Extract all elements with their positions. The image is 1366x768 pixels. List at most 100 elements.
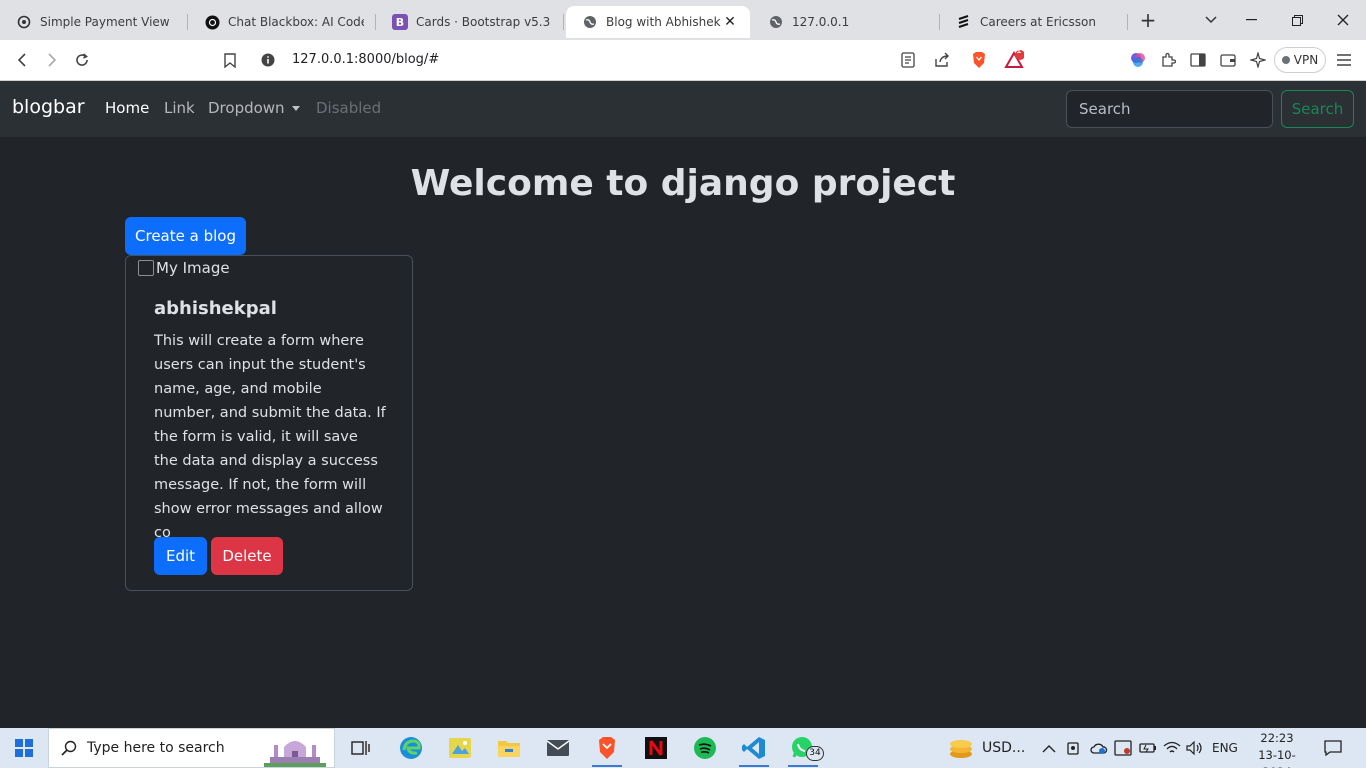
clock-time: 22:23 — [1260, 731, 1294, 745]
bookmark-icon[interactable] — [218, 48, 242, 72]
show-hidden-icons-chevron-icon[interactable] — [1042, 728, 1056, 768]
volume-icon[interactable] — [1186, 728, 1204, 768]
restore-button[interactable] — [1274, 0, 1320, 40]
meet-now-icon[interactable] — [1066, 728, 1082, 768]
ericsson-icon — [956, 14, 972, 30]
tab-simple-payment-view[interactable]: Simple Payment View — [0, 6, 188, 38]
palace-illustration-icon — [264, 741, 326, 767]
delete-button[interactable]: Delete — [211, 537, 283, 575]
currency-widget[interactable]: USD... — [948, 728, 1025, 768]
close-tab-icon[interactable]: ✕ — [722, 14, 738, 30]
notifications-icon[interactable] — [1324, 728, 1342, 768]
vpn-button[interactable]: VPN — [1274, 47, 1326, 73]
site-info-icon[interactable] — [256, 48, 280, 72]
taskbar-search[interactable]: Type here to search — [48, 728, 335, 768]
tab-careers-ericsson[interactable]: Careers at Ericsson — [940, 6, 1128, 38]
tab-title: Chat Blackbox: AI Code Ge — [228, 15, 364, 29]
tab-chat-blackbox[interactable]: Chat Blackbox: AI Code Ge — [188, 6, 376, 38]
vscode-icon[interactable] — [731, 728, 777, 768]
new-tab-button[interactable]: + — [1134, 6, 1162, 34]
file-explorer-icon[interactable] — [486, 728, 532, 768]
windows-logo-icon — [15, 739, 33, 757]
nav-dropdown[interactable]: Dropdown — [208, 99, 300, 117]
browser-toolbar: 127.0.0.1:8000/blog/# 1 — [0, 40, 1366, 81]
tab-title: Blog with Abhishek — [606, 15, 721, 29]
minimize-button[interactable] — [1228, 0, 1274, 40]
menu-icon[interactable] — [1332, 48, 1356, 72]
sidebar-icon[interactable] — [1186, 48, 1210, 72]
clock-date: 13-10-2024 — [1258, 748, 1296, 768]
brave-taskbar-icon[interactable] — [584, 728, 630, 768]
site-navbar: blogbar Home Link Dropdown Disabled Sear… — [0, 81, 1366, 137]
globe-icon — [582, 14, 598, 30]
security-icon[interactable] — [1114, 728, 1132, 768]
tab-title: Cards · Bootstrap v5.3 — [416, 15, 551, 29]
page-title: Welcome to django project — [410, 163, 956, 204]
address-bar-url[interactable]: 127.0.0.1:8000/blog/# — [292, 52, 439, 67]
openai-icon — [16, 14, 32, 30]
back-icon[interactable] — [10, 48, 34, 72]
blog-card-text: This will create a form where users can … — [154, 333, 386, 541]
coins-icon — [950, 740, 972, 758]
nav-link-disabled: Disabled — [316, 99, 382, 117]
whatsapp-icon[interactable]: 34 — [780, 728, 826, 768]
blackbox-icon — [204, 14, 220, 30]
tab-title: Simple Payment View — [40, 15, 170, 29]
photos-app-icon[interactable] — [437, 728, 483, 768]
create-blog-button[interactable]: Create a blog — [125, 217, 246, 255]
reader-mode-icon[interactable] — [896, 48, 920, 72]
tab-cards-bootstrap[interactable]: B Cards · Bootstrap v5.3 — [376, 6, 564, 38]
onedrive-icon[interactable] — [1090, 728, 1108, 768]
page-content: blogbar Home Link Dropdown Disabled Sear… — [0, 81, 1366, 768]
blog-card: My Image abhishekpal This will create a … — [125, 255, 413, 591]
nav-dropdown-label: Dropdown — [208, 99, 285, 117]
mail-icon[interactable] — [535, 728, 581, 768]
close-window-button[interactable] — [1320, 0, 1366, 40]
broken-image-icon — [138, 260, 154, 276]
brave-rewards-icon[interactable]: 1 — [1002, 46, 1026, 72]
taskbar-search-placeholder: Type here to search — [87, 740, 225, 756]
windows-start-button[interactable] — [0, 728, 48, 768]
browser-tab-strip: Simple Payment View Chat Blackbox: AI Co… — [0, 0, 1366, 40]
bootstrap-icon: B — [392, 14, 408, 30]
taskbar-clock[interactable]: 22:23 13-10-2024 — [1250, 730, 1304, 768]
edge-icon[interactable] — [388, 728, 434, 768]
tab-title: 127.0.0.1 — [792, 15, 850, 29]
leo-ai-icon[interactable] — [1126, 48, 1150, 72]
navbar-search-button[interactable]: Search — [1281, 90, 1354, 128]
task-view-icon[interactable] — [338, 728, 384, 768]
vpn-label: VPN — [1293, 53, 1319, 67]
leo-sparkle-icon[interactable] — [1246, 48, 1270, 72]
globe-icon — [768, 14, 784, 30]
forward-icon[interactable] — [40, 48, 64, 72]
wifi-icon[interactable] — [1163, 728, 1181, 768]
svg-text:B: B — [396, 16, 404, 29]
nav-link-home[interactable]: Home — [105, 99, 149, 117]
edit-button[interactable]: Edit — [154, 537, 207, 575]
rewards-badge: 1 — [1016, 46, 1022, 56]
extensions-icon[interactable] — [1156, 48, 1180, 72]
whatsapp-badge: 34 — [806, 746, 824, 761]
navbar-search-input[interactable] — [1066, 90, 1273, 128]
blog-card-image: My Image — [138, 259, 230, 277]
navbar-brand[interactable]: blogbar — [12, 96, 85, 118]
caret-down-icon — [291, 106, 300, 111]
battery-icon[interactable] — [1139, 728, 1157, 768]
tab-blog-with-abhishek[interactable]: Blog with Abhishek ✕ — [566, 6, 750, 38]
language-indicator[interactable]: ENG — [1212, 728, 1238, 768]
reload-icon[interactable] — [70, 48, 94, 72]
spotify-icon[interactable] — [682, 728, 728, 768]
image-alt-text: My Image — [156, 259, 230, 277]
share-icon[interactable] — [930, 48, 954, 72]
wallet-icon[interactable] — [1216, 48, 1240, 72]
tab-localhost[interactable]: 127.0.0.1 — [752, 6, 940, 38]
nav-link-link[interactable]: Link — [164, 99, 195, 117]
windows-taskbar: Type here to search 34 USD... ENG 22:23 … — [0, 728, 1366, 768]
search-icon — [61, 740, 77, 756]
netflix-icon[interactable] — [633, 728, 679, 768]
brave-shields-icon[interactable] — [967, 48, 991, 72]
vpn-status-dot — [1281, 56, 1290, 64]
tab-title: Careers at Ericsson — [980, 15, 1096, 29]
blog-card-title: abhishekpal — [154, 298, 277, 319]
currency-label: USD... — [982, 740, 1026, 756]
